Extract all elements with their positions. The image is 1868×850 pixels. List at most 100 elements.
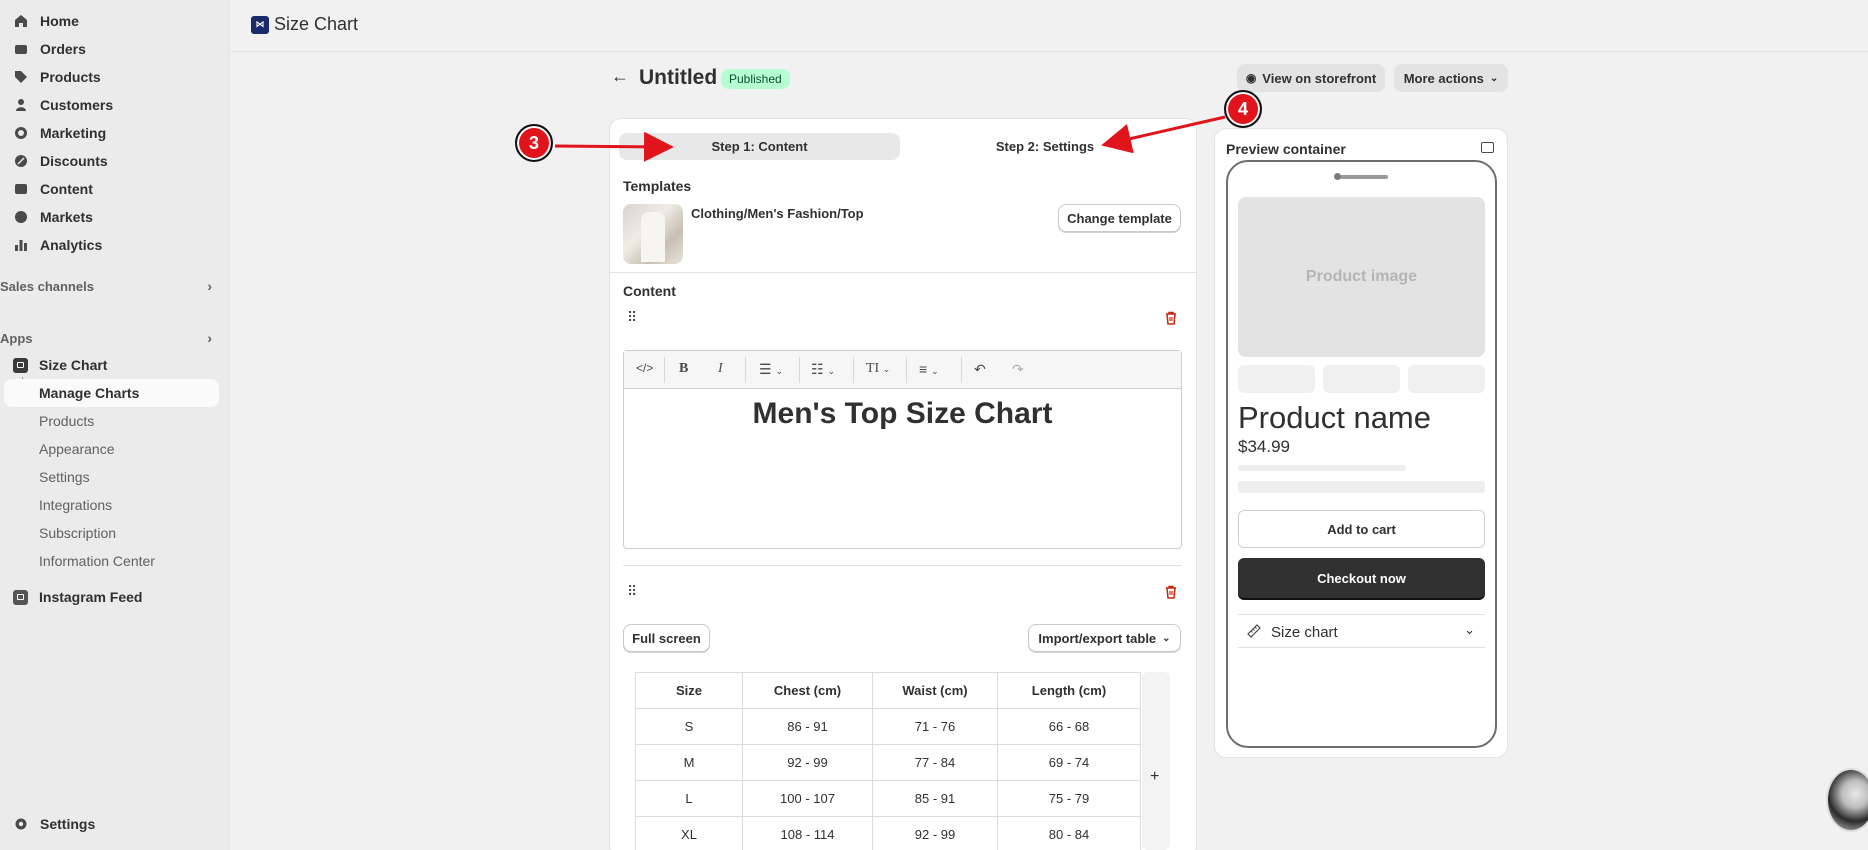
chevron-right-icon: › (207, 330, 212, 346)
person-icon (14, 98, 28, 112)
table-cell[interactable]: 92 - 99 (742, 744, 873, 781)
table-cell[interactable]: M (635, 744, 743, 781)
sidebar-item-content[interactable]: Content (0, 176, 93, 202)
trash-icon[interactable] (1164, 585, 1178, 599)
app-logo-icon: ⋈ (251, 16, 269, 34)
table-header-cell[interactable]: Length (cm) (997, 672, 1141, 709)
bold-icon[interactable]: B (679, 361, 688, 377)
sidebar-app-instagram-feed[interactable]: Instagram Feed (0, 584, 142, 610)
drag-handle-icon[interactable]: ⠿ (627, 310, 637, 326)
sidebar: Home Orders Products Customers Marketing… (0, 0, 230, 850)
thumbnail-placeholder (1238, 365, 1315, 393)
sales-channels-header[interactable]: Sales channels › (0, 278, 220, 294)
sidebar-item-information-center[interactable]: Information Center (39, 553, 155, 569)
rich-text-editor[interactable]: </> B I ☰ ⌄ ☷ ⌄ TI ⌄ ≡ ⌄ ↶ ↷ Men's Top S… (623, 350, 1182, 549)
table-cell[interactable]: XL (635, 816, 743, 850)
sidebar-item-discounts[interactable]: Discounts (0, 148, 108, 174)
table-cell[interactable]: L (635, 780, 743, 817)
sidebar-item-products-sub[interactable]: Products (39, 413, 94, 429)
italic-icon[interactable]: I (718, 361, 723, 377)
sidebar-item-markets[interactable]: Markets (0, 204, 93, 230)
product-image-placeholder: Product image (1238, 197, 1485, 357)
code-view-icon[interactable]: </> (636, 361, 653, 375)
globe-icon (14, 210, 28, 224)
table-cell[interactable]: 100 - 107 (742, 780, 873, 817)
table-header-cell[interactable]: Waist (cm) (872, 672, 998, 709)
change-template-button[interactable]: Change template (1058, 204, 1181, 232)
chevron-down-icon: ⌄ (1464, 622, 1475, 637)
image-icon (14, 182, 28, 196)
sidebar-item-subscription[interactable]: Subscription (39, 525, 116, 541)
sidebar-item-products[interactable]: Products (0, 64, 101, 90)
chat-avatar[interactable] (1826, 768, 1868, 832)
sidebar-item-orders[interactable]: Orders (0, 36, 86, 62)
tab-step-1-content[interactable]: Step 1: Content (619, 133, 900, 160)
sidebar-item-appearance[interactable]: Appearance (39, 441, 115, 457)
gear-icon (14, 817, 28, 831)
monitor-icon[interactable] (1481, 142, 1494, 153)
eye-icon: ◉ (1245, 71, 1257, 85)
table-header-cell[interactable]: Size (635, 672, 743, 709)
sidebar-item-integrations[interactable]: Integrations (39, 497, 112, 513)
sidebar-item-label: Marketing (40, 125, 107, 141)
size-table: Size Chest (cm) Waist (cm) Length (cm) S… (635, 672, 1170, 850)
bullet-list-icon[interactable]: ☰ ⌄ (759, 361, 783, 378)
sidebar-item-home[interactable]: Home (0, 8, 79, 34)
top-bar (231, 0, 1868, 52)
chevron-right-icon: › (207, 278, 212, 294)
table-cell[interactable]: 86 - 91 (742, 708, 873, 745)
apps-header[interactable]: Apps › (0, 330, 220, 346)
align-icon[interactable]: ≡ ⌄ (919, 361, 939, 377)
table-cell[interactable]: 66 - 68 (997, 708, 1141, 745)
app-title: Size Chart (274, 14, 359, 34)
instagram-app-icon (13, 589, 28, 605)
table-row: M 92 - 99 77 - 84 69 - 74 (635, 744, 1141, 781)
view-on-storefront-button[interactable]: ◉ View on storefront (1237, 64, 1385, 92)
sidebar-item-label: Products (40, 69, 101, 85)
apps-label: Apps (0, 330, 33, 346)
sidebar-item-settings[interactable]: Settings (0, 811, 95, 837)
table-cell[interactable]: 71 - 76 (872, 708, 998, 745)
sidebar-item-marketing[interactable]: Marketing (0, 120, 106, 146)
editor-heading: Men's Top Size Chart (752, 397, 1053, 430)
sidebar-item-manage-charts[interactable]: Manage Charts (4, 379, 219, 407)
table-cell[interactable]: 80 - 84 (997, 816, 1141, 850)
sidebar-item-analytics[interactable]: Analytics (0, 232, 102, 258)
tab-step-2-settings[interactable]: Step 2: Settings (905, 133, 1185, 160)
orders-icon (14, 42, 28, 56)
add-to-cart-button[interactable]: Add to cart (1238, 510, 1485, 548)
templates-heading: Templates (623, 178, 692, 194)
content-heading: Content (623, 283, 676, 299)
undo-icon[interactable]: ↶ (974, 361, 986, 378)
sidebar-item-label: Instagram Feed (39, 589, 143, 605)
table-cell[interactable]: 77 - 84 (872, 744, 998, 781)
back-arrow-icon[interactable]: ← (611, 66, 629, 87)
divider (610, 272, 1196, 273)
sidebar-app-size-chart[interactable]: Size Chart (0, 352, 107, 378)
import-export-table-button[interactable]: Import/export table ⌄ (1028, 624, 1181, 652)
trash-icon[interactable] (1164, 311, 1178, 325)
table-cell[interactable]: 92 - 99 (872, 816, 998, 850)
table-cell[interactable]: 75 - 79 (997, 780, 1141, 817)
full-screen-button[interactable]: Full screen (623, 624, 710, 652)
table-cell[interactable]: 108 - 114 (742, 816, 873, 850)
annotation-marker-3: 3 (515, 124, 553, 162)
import-export-label: Import/export table (1038, 630, 1157, 646)
table-cell[interactable]: 85 - 91 (872, 780, 998, 817)
numbered-list-icon[interactable]: ☷ ⌄ (811, 361, 835, 378)
sidebar-item-settings-sub[interactable]: Settings (39, 469, 90, 485)
table-header-cell[interactable]: Chest (cm) (742, 672, 873, 709)
table-cell[interactable]: S (635, 708, 743, 745)
size-chart-accordion[interactable]: Size chart ⌄ (1238, 614, 1485, 648)
table-cell[interactable]: 69 - 74 (997, 744, 1141, 781)
drag-handle-icon[interactable]: ⠿ (627, 584, 637, 600)
redo-icon[interactable]: ↷ (1012, 361, 1024, 378)
checkout-now-button[interactable]: Checkout now (1238, 558, 1485, 598)
sidebar-item-customers[interactable]: Customers (0, 92, 113, 118)
more-actions-button[interactable]: More actions ⌄ (1394, 64, 1508, 92)
text-size-icon[interactable]: TI ⌄ (866, 361, 890, 377)
add-column-button[interactable]: + (1142, 672, 1170, 850)
table-header-row: Size Chest (cm) Waist (cm) Length (cm) (635, 672, 1141, 709)
preview-title: Preview container (1226, 141, 1346, 157)
page-title: Untitled (639, 66, 718, 89)
